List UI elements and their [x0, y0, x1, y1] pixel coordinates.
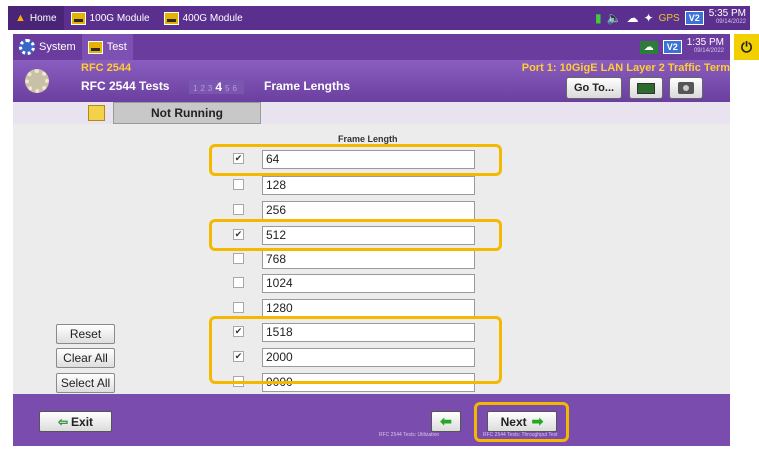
column-header-frame-length: Frame Length: [338, 134, 398, 144]
frame-length-input[interactable]: 1024: [262, 274, 475, 293]
app-header: System Test ☁ V2 1:35 PM 09/14/2022: [13, 34, 730, 60]
exit-label: Exit: [71, 414, 94, 429]
goto-button[interactable]: Go To...: [566, 77, 622, 99]
tab-system[interactable]: System: [13, 34, 82, 60]
status-indicator-icon: [88, 105, 105, 121]
frame-length-row: 128: [13, 176, 730, 196]
previous-step-label: RFC 2544 Tests: Utilization: [379, 432, 440, 438]
module-view-button[interactable]: [629, 77, 663, 99]
step-6: 6: [232, 84, 240, 93]
exit-button[interactable]: ⇦ Exit: [39, 411, 112, 432]
frame-length-input[interactable]: 128: [262, 176, 475, 195]
speaker-icon[interactable]: 🔈: [607, 11, 622, 25]
tab-test[interactable]: Test: [81, 34, 133, 60]
satellite-icon[interactable]: ✦: [644, 11, 654, 25]
module-icon: [163, 11, 179, 25]
back-arrow-icon: ⬅: [440, 413, 452, 429]
device-screen: ▲ Home 100G Module 400G Module ▮ 🔈 ☁ ✦ G…: [0, 0, 759, 453]
frame-length-row: 1024: [13, 274, 730, 294]
os-taskbar: ▲ Home 100G Module 400G Module ▮ 🔈 ☁ ✦ G…: [8, 6, 750, 30]
os-tab-400g-module[interactable]: 400G Module: [157, 6, 250, 30]
footer-nav: ⇦ Exit ⬅ Next ➡ RFC 2544 Tests: Utilizat…: [13, 394, 730, 446]
frame-length-input[interactable]: 256: [262, 201, 475, 220]
home-icon: ▲: [15, 12, 26, 24]
module-board-icon: [637, 82, 655, 94]
reset-button[interactable]: Reset: [56, 324, 115, 344]
gps-icon[interactable]: GPS: [659, 13, 680, 24]
cloud-icon[interactable]: ☁: [627, 11, 639, 25]
os-tab-100g-module[interactable]: 100G Module: [64, 6, 157, 30]
power-icon: ⏻: [740, 38, 753, 55]
step-2: 2: [200, 84, 208, 93]
os-tab-400g-label: 400G Module: [182, 12, 243, 24]
highlight-box: [209, 316, 502, 384]
highlight-box: [209, 219, 502, 251]
os-tab-home-label: Home: [29, 12, 57, 24]
run-status: Not Running: [113, 102, 261, 124]
highlight-box: [474, 402, 569, 442]
screenshot-button[interactable]: [669, 77, 703, 99]
gear-icon: [19, 39, 35, 55]
frame-length-checkbox[interactable]: [233, 302, 244, 313]
os-time: 5:35 PM: [708, 8, 746, 19]
highlight-box: [209, 144, 502, 176]
module-icon: [70, 11, 86, 25]
os-date: 09/14/2022: [715, 19, 746, 25]
os-tab-100g-label: 100G Module: [89, 12, 150, 24]
camera-icon: [678, 82, 694, 94]
clear-all-button[interactable]: Clear All: [56, 348, 115, 368]
app-date: 09/14/2022: [693, 48, 724, 54]
step-title: Frame Lengths: [264, 79, 351, 93]
tab-system-label: System: [39, 41, 76, 53]
frame-length-panel: Frame Length ✔ 64 128 256 ✔ 512 768 1024…: [13, 124, 730, 394]
step-5: 5: [225, 84, 233, 93]
v2-icon[interactable]: V2: [662, 40, 682, 54]
frame-length-row: 768: [13, 250, 730, 270]
cloud-connected-icon[interactable]: ☁: [639, 40, 658, 54]
os-tab-home[interactable]: ▲ Home: [8, 6, 64, 30]
port-label: Port 1: 10GigE LAN Layer 2 Traffic Term: [521, 62, 730, 74]
os-status-area: ▮ 🔈 ☁ ✦ GPS V2 5:35 PM 09/14/2022: [595, 9, 750, 27]
frame-length-input[interactable]: 768: [262, 250, 475, 269]
step-current: 4: [215, 80, 226, 94]
v2-icon[interactable]: V2: [684, 11, 704, 25]
tab-test-label: Test: [106, 41, 127, 53]
test-settings-gear-icon[interactable]: [25, 69, 49, 93]
app-time: 1:35 PM: [686, 37, 724, 48]
test-subtitle: RFC 2544 Tests: [81, 79, 170, 93]
step-indicator: 123456: [189, 80, 244, 94]
app-status-area: ☁ V2 1:35 PM 09/14/2022: [639, 38, 730, 56]
exit-icon: ⇦: [57, 414, 69, 429]
battery-charging-icon[interactable]: ▮: [595, 11, 602, 25]
frame-length-checkbox[interactable]: [233, 253, 244, 264]
frame-length-checkbox[interactable]: [233, 277, 244, 288]
frame-length-checkbox[interactable]: [233, 179, 244, 190]
back-button[interactable]: ⬅: [431, 411, 461, 432]
frame-length-row: 256: [13, 201, 730, 221]
test-module-icon: [87, 40, 103, 54]
frame-length-checkbox[interactable]: [233, 204, 244, 215]
app-clock: 1:35 PM 09/14/2022: [687, 38, 724, 56]
test-info-bar: RFC 2544 RFC 2544 Tests 123456 Frame Len…: [13, 60, 730, 102]
status-row: Not Running: [13, 102, 730, 124]
select-all-button[interactable]: Select All: [56, 373, 115, 393]
test-name: RFC 2544: [81, 62, 132, 74]
os-clock: 5:35 PM 09/14/2022: [709, 9, 746, 27]
power-button[interactable]: ⏻: [734, 34, 759, 60]
